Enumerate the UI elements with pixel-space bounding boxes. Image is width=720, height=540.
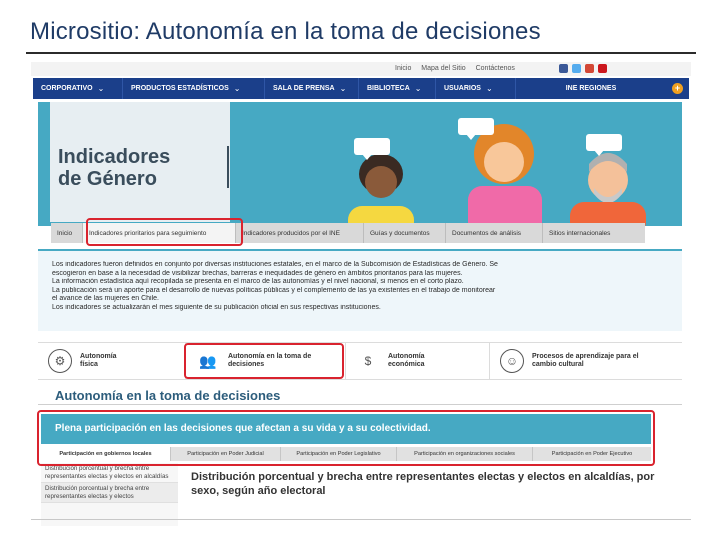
intro-line: escogieron en base a la necesidad de vis…	[52, 269, 463, 277]
speech-bubble-1	[354, 138, 390, 160]
autonomy-categories: ⚙ Autonomía física 👥 Autonomía en la toma…	[38, 342, 682, 380]
intro-line: Los indicadores se actualizarán el mes s…	[52, 303, 381, 311]
nav-biblioteca[interactable]: BIBLIOTECA ⌄	[359, 78, 436, 99]
intro-line: La publicación será un aporte para el de…	[52, 286, 496, 294]
indicator-list: Distribución porcentual y brecha entre r…	[41, 463, 178, 526]
nav-usuarios[interactable]: USUARIOS ⌄	[436, 78, 516, 99]
highlight-category	[184, 343, 344, 379]
highlight-banner	[37, 410, 655, 466]
social-icons	[559, 64, 607, 73]
facebook-icon[interactable]	[559, 64, 568, 73]
section-divider	[38, 404, 682, 405]
indicator-heading: Distribución porcentual y brecha entre r…	[191, 471, 655, 497]
plus-icon[interactable]: +	[672, 83, 683, 94]
youtube-icon[interactable]	[598, 64, 607, 73]
utility-link-inicio[interactable]: Inicio	[395, 65, 411, 72]
nav-ine-regiones[interactable]: INE REGIONES	[516, 78, 666, 99]
slide-title: Micrositio: Autonomía en la toma de deci…	[30, 18, 541, 45]
category-autonomia-economica[interactable]: $ Autonomía económica	[346, 343, 490, 379]
hero-banner: Indicadores de Género	[38, 102, 682, 226]
intro-line: el avance de las mujeres en Chile.	[52, 295, 160, 302]
utility-bar: Inicio Mapa del Sitio Contáctenos	[31, 62, 691, 76]
brain-icon: ☺	[500, 349, 524, 373]
subnav-inicio[interactable]: Inicio	[51, 223, 83, 243]
nav-corporativo[interactable]: CORPORATIVO ⌄	[33, 78, 123, 99]
subnav-indicadores-ine[interactable]: Indicadores producidos por el INE	[236, 223, 364, 243]
category-label: Procesos de aprendizaje para el cambio cu…	[532, 353, 639, 368]
utility-links: Inicio Mapa del Sitio Contáctenos	[395, 65, 523, 72]
subnav-sitios-internacionales[interactable]: Sitios internacionales	[543, 223, 645, 243]
money-icon: $	[364, 354, 372, 368]
website-screenshot: Inicio Mapa del Sitio Contáctenos CORPOR…	[31, 62, 691, 526]
nav-productos[interactable]: PRODUCTOS ESTADÍSTICOS ⌄	[123, 78, 265, 99]
main-navbar: CORPORATIVO ⌄ PRODUCTOS ESTADÍSTICOS ⌄ SAL…	[33, 78, 689, 99]
utility-link-contacto[interactable]: Contáctenos	[476, 65, 515, 72]
list-item[interactable]: Distribución porcentual y brecha entre r…	[41, 463, 178, 483]
list-item[interactable]: Distribución porcentual y brecha entre r…	[41, 483, 178, 503]
google-plus-icon[interactable]	[585, 64, 594, 73]
category-label: Autonomía económica	[388, 353, 425, 368]
intro-line: La información estadística aquí recopila…	[52, 278, 464, 285]
category-cambio-cultural[interactable]: ☺ Procesos de aprendizaje para el cambio …	[490, 343, 682, 379]
subnav-documentos-analisis[interactable]: Documentos de análisis	[446, 223, 543, 243]
subnav-guias[interactable]: Guías y documentos	[364, 223, 446, 243]
highlight-subnav	[86, 218, 243, 246]
nav-sala-prensa[interactable]: SALA DE PRENSA ⌄	[265, 78, 359, 99]
intro-text-block: Los indicadores fueron definidos en conj…	[38, 249, 682, 331]
speech-bubble-3	[586, 134, 622, 156]
screenshot-bottom-border	[31, 519, 691, 520]
category-autonomia-fisica[interactable]: ⚙ Autonomía física	[38, 343, 186, 379]
category-label: Autonomía física	[80, 353, 117, 368]
women-illustration	[348, 124, 646, 226]
section-title: Autonomía en la toma de decisiones	[55, 388, 281, 403]
speech-bubble-2	[458, 118, 494, 140]
title-rule	[26, 52, 696, 54]
gear-icon: ⚙	[48, 349, 72, 373]
utility-link-mapa[interactable]: Mapa del Sitio	[421, 65, 465, 72]
twitter-icon[interactable]	[572, 64, 581, 73]
intro-line: Los indicadores fueron definidos en conj…	[52, 261, 498, 268]
